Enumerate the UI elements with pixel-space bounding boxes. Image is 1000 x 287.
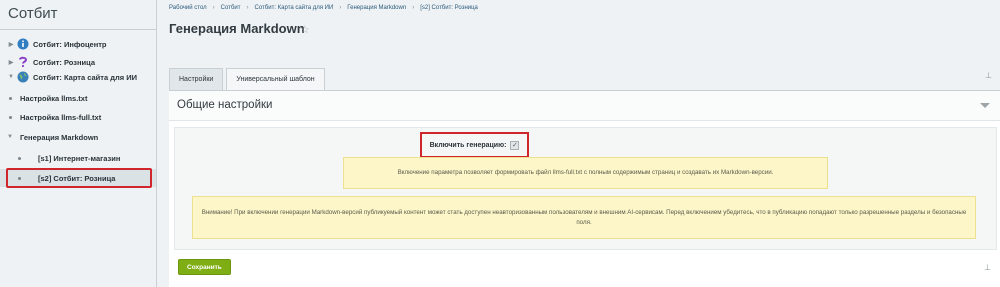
sidebar-title: Сотбит	[8, 5, 58, 22]
breadcrumb-item[interactable]: Сотбит: Карта сайта для ИИ	[255, 5, 334, 11]
bullet-icon	[0, 96, 20, 100]
sidebar-item-label: Сотбит: Инфоцентр	[33, 39, 107, 49]
breadcrumb-item[interactable]: Рабочий стол	[169, 5, 207, 11]
bullet-icon	[0, 156, 38, 160]
breadcrumb-item[interactable]: Генерация Markdown	[347, 5, 406, 11]
chevron-right-icon[interactable]: ▶	[7, 41, 15, 48]
globe-icon	[17, 71, 29, 83]
main-content: Рабочий стол › Сотбит › Сотбит: Карта сайта …	[157, 0, 1000, 287]
warning-note-text: Внимание! При включении генерации Markdo…	[201, 208, 967, 226]
page-title: Генерация Markdown	[169, 21, 305, 36]
info-icon	[17, 38, 29, 50]
enable-generation-checkbox[interactable]: ✓	[510, 140, 520, 150]
sidebar-item-label: Сотбит: Карта сайта для ИИ	[33, 72, 137, 82]
bullet-icon	[0, 115, 20, 119]
breadcrumb: Рабочий стол › Сотбит › Сотбит: Карта сайта …	[169, 5, 478, 11]
breadcrumb-item[interactable]: [s2] Сотбит: Розница	[420, 5, 478, 11]
save-button[interactable]: Сохранить	[178, 259, 231, 275]
info-note-text: Включение параметра позволяет формироват…	[397, 169, 774, 176]
section-header: Общие настройки	[169, 91, 1000, 121]
tab-bar: Настройки Универсальный шаблон	[169, 68, 328, 90]
sidebar-item-label: Генерация Markdown	[20, 132, 99, 142]
sidebar-item-s1[interactable]: [s1] Интернет-магазин	[0, 149, 156, 167]
question-logo-icon	[17, 56, 29, 68]
sidebar-item-infocenter[interactable]: ▶ Сотбит: Инфоцентр	[0, 35, 156, 53]
enable-generation-field: Включить генерацию: ✓	[420, 132, 529, 158]
sidebar-item-label: Настройка llms.txt	[20, 93, 88, 103]
info-note: Включение параметра позволяет формироват…	[343, 157, 828, 189]
sidebar-item-label: [s1] Интернет-магазин	[38, 153, 121, 163]
enable-generation-label: Включить генерацию:	[429, 141, 507, 149]
sidebar-divider	[0, 29, 156, 30]
sidebar-item-llms-full-txt[interactable]: Настройка llms-full.txt	[0, 108, 156, 126]
sidebar-item-markdown-generation[interactable]: ▼ Генерация Markdown	[0, 128, 156, 146]
sidebar: Сотбит ▶ Сотбит: Инфоцентр ▶ Сотбит: Роз…	[0, 0, 157, 287]
settings-panel: Общие настройки Включить генерацию: ✓ Вк…	[169, 90, 1000, 287]
collapse-arrow-icon[interactable]	[980, 103, 990, 108]
sidebar-item-label: Сотбит: Розница	[33, 57, 96, 67]
section-title: Общие настройки	[177, 99, 273, 111]
chevron-right-icon: ›	[412, 5, 415, 11]
sidebar-item-label: Настройка llms-full.txt	[20, 112, 102, 122]
chevron-right-icon: ›	[212, 5, 215, 11]
chevron-down-icon[interactable]: ▼	[7, 74, 15, 80]
form-area: Включить генерацию: ✓ Включение параметр…	[174, 127, 997, 250]
star-icon[interactable]: ☆	[300, 23, 310, 36]
sidebar-item-ai-sitemap[interactable]: ▼ Сотбит: Карта сайта для ИИ	[0, 68, 156, 86]
tab-settings[interactable]: Настройки	[169, 68, 224, 90]
chevron-right-icon[interactable]: ▶	[7, 59, 15, 66]
breadcrumb-item[interactable]: Сотбит	[221, 5, 241, 11]
chevron-right-icon: ›	[246, 5, 249, 11]
pin-icon[interactable]: ⊥	[985, 71, 992, 80]
chevron-right-icon: ›	[339, 5, 342, 11]
highlight-box	[6, 168, 152, 188]
chevron-down-icon[interactable]: ▼	[0, 134, 20, 140]
sidebar-item-llms-txt[interactable]: Настройка llms.txt	[0, 89, 156, 107]
tab-universal-template[interactable]: Универсальный шаблон	[226, 68, 325, 90]
form-footer: Сохранить ⊥	[169, 253, 1000, 287]
warning-note: Внимание! При включении генерации Markdo…	[192, 196, 976, 239]
pin-icon[interactable]: ⊥	[984, 263, 991, 272]
